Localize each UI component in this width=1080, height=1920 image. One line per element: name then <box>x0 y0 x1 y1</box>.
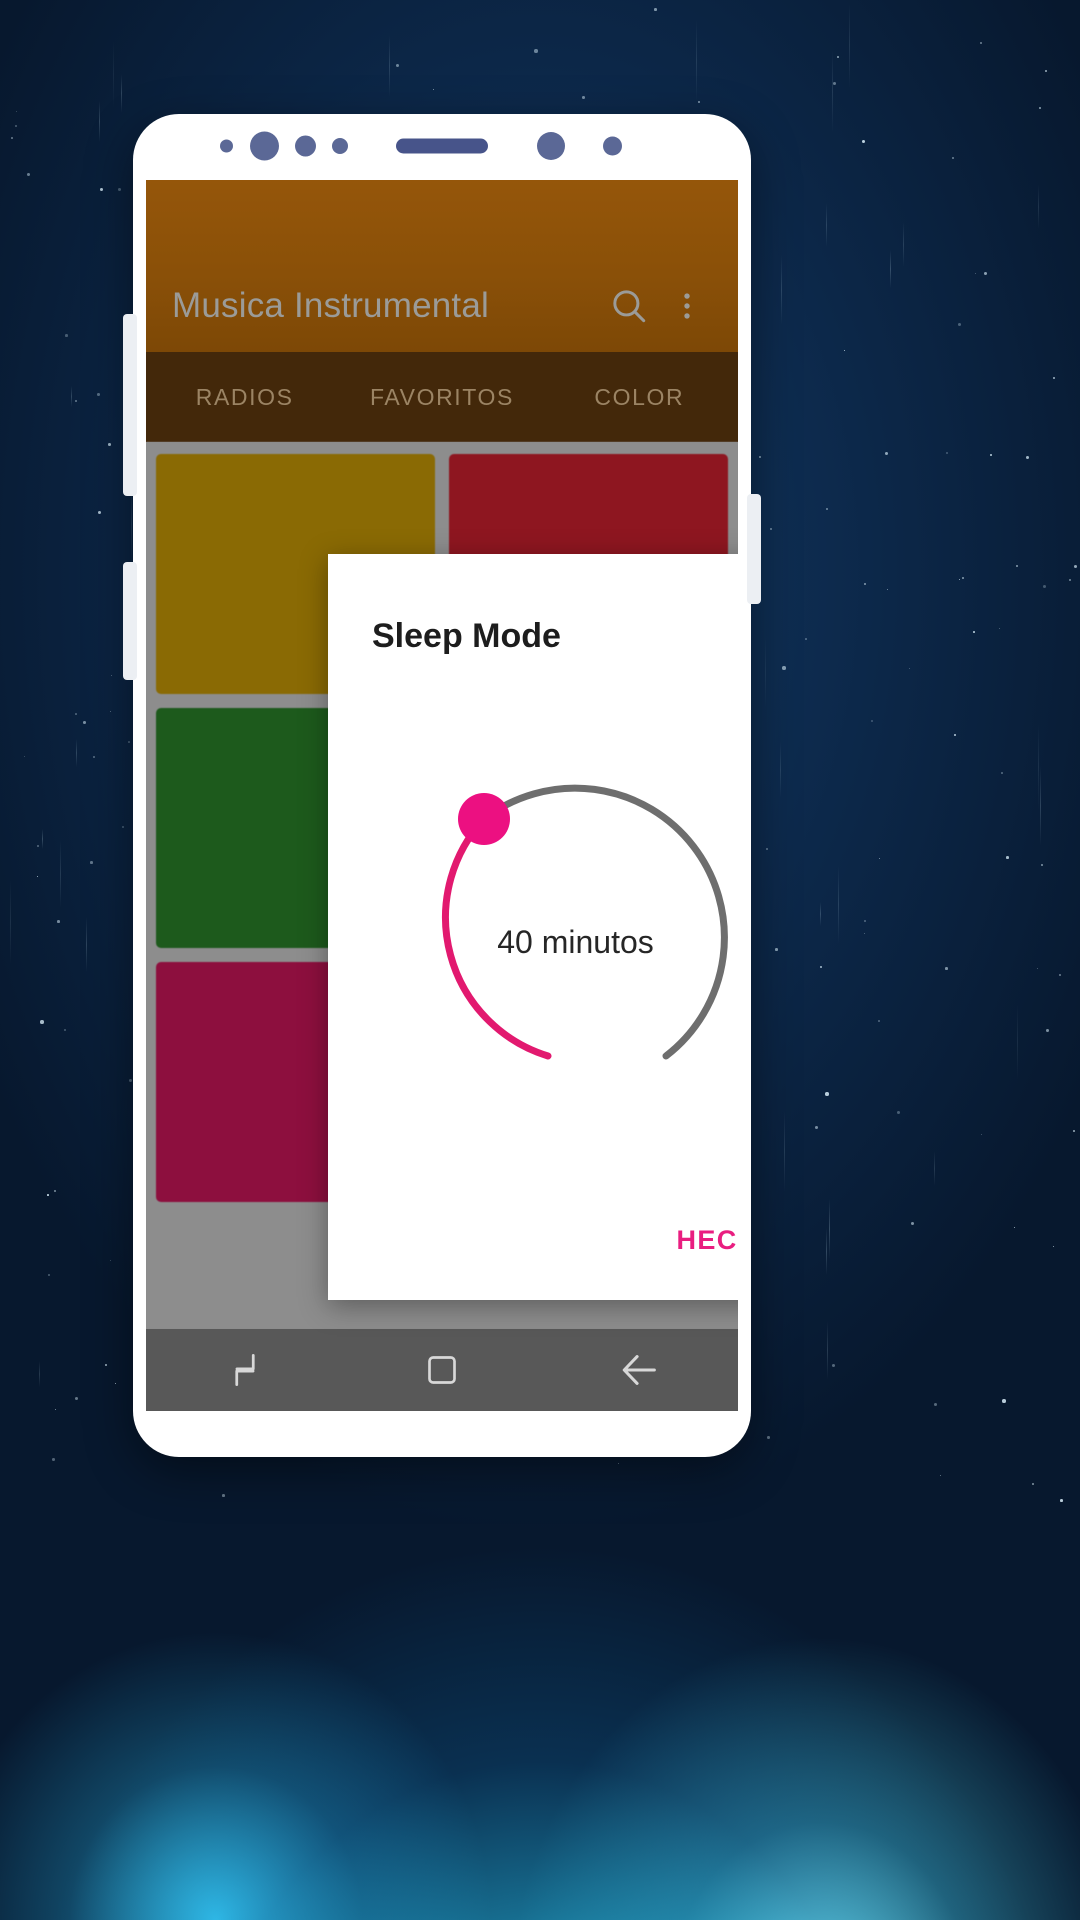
dialog-title: Sleep Mode <box>372 617 561 655</box>
app-toolbar: Musica Instrumental <box>146 180 738 352</box>
timer-dial-svg[interactable] <box>366 684 739 1114</box>
tab-favoritos[interactable]: FAVORITOS <box>343 352 540 442</box>
timer-track-arc <box>480 784 728 1060</box>
sensor-dot-5 <box>537 132 565 160</box>
sleep-timer-dial[interactable]: 40 minutos <box>328 684 738 1164</box>
sleep-mode-dialog: Sleep Mode 40 minutos HECHO <box>328 554 738 1300</box>
phone-top-bezel <box>133 114 751 178</box>
dialog-actions: HECHO <box>676 1225 738 1256</box>
sensor-dot-4 <box>332 138 348 154</box>
power-button[interactable] <box>747 494 761 604</box>
search-icon[interactable] <box>600 277 658 335</box>
home-square-icon[interactable] <box>343 1350 540 1390</box>
phone-device: Musica Instrumental RADIOS FAVORITOS COL… <box>123 114 761 1457</box>
tab-color[interactable]: COLOR <box>541 352 738 442</box>
timer-value-label: 40 minutos <box>497 924 654 960</box>
done-button[interactable]: HECHO <box>676 1225 738 1256</box>
timer-knob[interactable] <box>457 793 510 845</box>
sensor-dot-6 <box>603 136 622 156</box>
earpiece-speaker <box>396 138 488 154</box>
page-title: Musica Instrumental <box>172 286 489 325</box>
back-arrow-icon[interactable] <box>541 1347 738 1393</box>
recents-icon[interactable] <box>146 1348 343 1392</box>
phone-screen: Musica Instrumental RADIOS FAVORITOS COL… <box>146 180 738 1411</box>
volume-down-button[interactable] <box>123 562 137 680</box>
volume-up-button[interactable] <box>123 314 137 496</box>
sensor-dot-3 <box>295 135 316 157</box>
tab-radios[interactable]: RADIOS <box>146 352 343 442</box>
front-camera-icon <box>250 131 279 161</box>
overflow-menu-icon[interactable] <box>658 277 716 335</box>
tab-bar: RADIOS FAVORITOS COLOR <box>146 352 738 442</box>
sensor-dot-1 <box>220 139 233 153</box>
android-navigation-bar <box>146 1329 738 1411</box>
